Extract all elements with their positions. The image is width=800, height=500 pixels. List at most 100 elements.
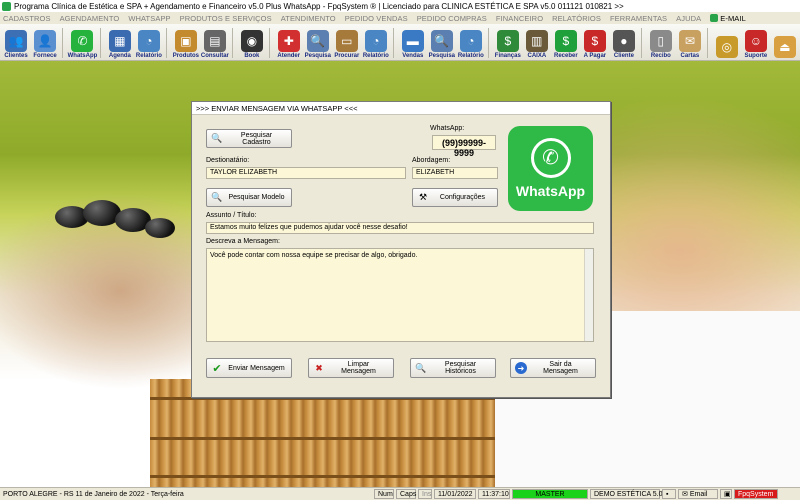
toolbar-separator xyxy=(706,28,711,58)
toolbar-button-whatsapp[interactable]: ✆ WhatsApp xyxy=(68,25,97,60)
whatsapp-logo-text: WhatsApp xyxy=(515,183,586,199)
toolbar-separator xyxy=(268,28,273,58)
menu-pedido-compras[interactable]: PEDIDO COMPRAS xyxy=(417,14,487,23)
status-time: 11:37:10 xyxy=(478,489,510,499)
coin-icon: ◎ xyxy=(715,36,738,58)
toolbar-button-cartas[interactable]: ✉ Cartas xyxy=(676,25,704,60)
search-client-button[interactable]: 🔍 Pesquisar Cadastro xyxy=(206,129,292,148)
toolbar-label: WhatsApp xyxy=(67,53,98,59)
status-location-date: PORTO ALEGRE - RS 11 de Janeiro de 2022 … xyxy=(3,490,184,498)
status-caps: Caps xyxy=(396,489,416,499)
tools-icon: ⚒ xyxy=(418,192,428,202)
toolbar-button-receber[interactable]: $ Receber xyxy=(552,25,580,60)
menu-email[interactable]: E-MAIL xyxy=(710,14,746,23)
recipient-field[interactable]: TAYLOR ELIZABETH xyxy=(206,167,406,179)
search-icon: 🔍 xyxy=(430,30,453,52)
letters-icon: ✉ xyxy=(678,30,701,52)
toolbar-label: Finanças xyxy=(494,53,521,59)
toolbar-button-vendas[interactable]: ▬ Vendas xyxy=(399,25,427,60)
toolbar-separator xyxy=(99,28,104,58)
message-textarea[interactable]: Você pode contar com nossa equipe se pre… xyxy=(206,248,594,342)
cashier-icon: ▥ xyxy=(525,30,548,52)
toolbar-button-cliente[interactable]: ● Cliente xyxy=(610,25,638,60)
toolbar: 👥 Clientes 👤 Fornece ✆ WhatsApp ▦ Agenda ◔ Relató… xyxy=(0,24,800,61)
menu-ajuda[interactable]: AJUDA xyxy=(676,14,701,23)
toolbar-label: Consultar xyxy=(200,53,229,59)
search-icon: 🔍 xyxy=(211,192,223,202)
search-icon: 🔍 xyxy=(211,133,223,143)
toolbar-label: Recibo xyxy=(650,53,671,59)
toolbar-button-pesquisa[interactable]: 🔍 Pesquisa xyxy=(304,25,332,60)
find-icon: ▭ xyxy=(335,30,358,52)
menu-pedido-vendas[interactable]: PEDIDO VENDAS xyxy=(345,14,408,23)
toolbar-button-consultar[interactable]: ▤ Consultar xyxy=(201,25,229,60)
pay-icon: $ xyxy=(583,30,606,52)
dialog-title: >>> ENVIAR MENSAGEM VIA WHATSAPP <<< xyxy=(192,102,610,115)
status-icon: ▪ xyxy=(662,489,676,499)
status-master: MASTER xyxy=(512,489,588,499)
send-message-button[interactable]: ✔ Enviar Mensagem xyxy=(206,358,292,378)
status-email[interactable]: ✉ Email xyxy=(678,489,718,499)
settings-button[interactable]: ⚒ Configurações xyxy=(412,188,498,207)
toolbar-label: Pesquisa xyxy=(304,53,331,59)
toolbar-label: Vendas xyxy=(402,53,424,59)
toolbar-separator xyxy=(392,28,397,58)
recipient-label: Destionatário: xyxy=(206,157,250,164)
toolbar-button-agenda[interactable]: ▦ Agenda xyxy=(106,25,134,60)
toolbar-button-caixa[interactable]: ▥ CAIXA xyxy=(523,25,551,60)
status-brand: FpqSystem xyxy=(734,489,778,499)
attend-icon: ✚ xyxy=(277,30,300,52)
message-text: Você pode contar com nossa equipe se pre… xyxy=(210,252,418,259)
toolbar-label: Atender xyxy=(277,53,301,59)
toolbar-button-book[interactable]: ◉ Book xyxy=(238,25,266,60)
toolbar-button-relat-rio[interactable]: ◔ Relatório xyxy=(457,25,485,60)
toolbar-button-coin[interactable]: ◎ xyxy=(713,25,741,60)
search-model-button[interactable]: 🔍 Pesquisar Modelo xyxy=(206,188,292,207)
toolbar-button-relat-rio[interactable]: ◔ Relatório xyxy=(362,25,390,60)
toolbar-separator xyxy=(640,28,645,58)
toolbar-button-atender[interactable]: ✚ Atender xyxy=(275,25,303,60)
menu-relatorios[interactable]: RELATÓRIOS xyxy=(552,14,601,23)
toolbar-label: Cartas xyxy=(680,53,700,59)
subject-field[interactable]: Estamos muito felizes que pudemos ajudar… xyxy=(206,222,594,234)
client-icon: ● xyxy=(612,30,635,52)
toolbar-button-finan-as[interactable]: $ Finanças xyxy=(494,25,522,60)
toolbar-button-recibo[interactable]: ▯ Recibo xyxy=(647,25,675,60)
exit-message-button[interactable]: ➜ Sair da Mensagem xyxy=(510,358,596,378)
approach-field[interactable]: ELIZABETH xyxy=(412,167,498,179)
toolbar-button-exit[interactable]: ⏏ xyxy=(771,25,799,60)
toolbar-button-produtos[interactable]: ▣ Produtos xyxy=(172,25,200,60)
menu-whatsapp[interactable]: WHATSAPP xyxy=(128,14,170,23)
toolbar-button-procurar[interactable]: ▭ Procurar xyxy=(333,25,361,60)
search-history-button[interactable]: 🔍 Pesquisar Históricos xyxy=(410,358,496,378)
clear-message-button[interactable]: ✖ Limpar Mensagem xyxy=(308,358,394,378)
message-label: Descreva a Mensagem: xyxy=(206,238,280,245)
whatsapp-logo: ✆ WhatsApp xyxy=(508,126,593,211)
toolbar-button-pesquisa[interactable]: 🔍 Pesquisa xyxy=(428,25,456,60)
toolbar-label: Cliente xyxy=(613,53,634,59)
menu-agendamento[interactable]: AGENDAMENTO xyxy=(60,14,120,23)
menu-financeiro[interactable]: FINANCEIRO xyxy=(496,14,543,23)
toolbar-label: Fornece xyxy=(33,53,57,59)
status-flag-icon: ▣ xyxy=(720,489,732,499)
toolbar-button-suporte[interactable]: ☺ Suporte xyxy=(742,25,770,60)
toolbar-label: Agenda xyxy=(108,53,131,59)
menu-cadastros[interactable]: CADASTROS xyxy=(3,14,51,23)
toolbar-button-fornece[interactable]: 👤 Fornece xyxy=(31,25,59,60)
title-bar: Programa Clínica de Estética e SPA + Age… xyxy=(0,0,800,12)
toolbar-label: Clientes xyxy=(4,53,28,59)
menu-produtos-servicos[interactable]: PRODUTOS E SERVIÇOS xyxy=(180,14,272,23)
toolbar-separator xyxy=(62,28,66,58)
menu-atendimento[interactable]: ATENDIMENTO xyxy=(281,14,336,23)
toolbar-button-clientes[interactable]: 👥 Clientes xyxy=(2,25,30,60)
products-icon: ▣ xyxy=(174,30,197,52)
message-scrollbar[interactable] xyxy=(584,249,593,341)
status-bar: PORTO ALEGRE - RS 11 de Janeiro de 2022 … xyxy=(0,487,800,500)
sales-icon: ▬ xyxy=(401,30,424,52)
whatsapp-number-field[interactable]: (99)99999-9999 xyxy=(432,135,496,158)
menu-ferramentas[interactable]: FERRAMENTAS xyxy=(610,14,667,23)
toolbar-button-a-pagar[interactable]: $ A Pagar xyxy=(581,25,609,60)
suppliers-icon: 👤 xyxy=(34,30,57,52)
whatsapp-dialog: >>> ENVIAR MENSAGEM VIA WHATSAPP <<< 🔍 P… xyxy=(191,101,611,398)
toolbar-button-relat-rio[interactable]: ◔ Relatório xyxy=(135,25,163,60)
